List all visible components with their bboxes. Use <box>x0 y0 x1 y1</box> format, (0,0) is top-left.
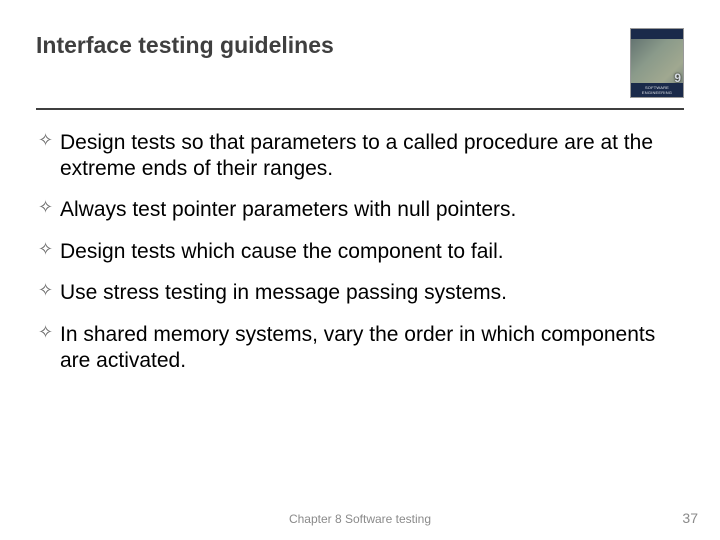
bullet-text: Always test pointer parameters with null… <box>60 198 516 221</box>
bullet-item: ✧ Use stress testing in message passing … <box>38 280 684 306</box>
bullet-list: ✧ Design tests so that parameters to a c… <box>36 130 684 373</box>
diamond-bullet-icon: ✧ <box>38 130 53 152</box>
diamond-bullet-icon: ✧ <box>38 197 53 219</box>
bullet-item: ✧ Design tests which cause the component… <box>38 239 684 265</box>
diamond-bullet-icon: ✧ <box>38 280 53 302</box>
footer-chapter-label: Chapter 8 Software testing <box>0 512 720 526</box>
slide: Interface testing guidelines 9 ✧ Design … <box>0 0 720 540</box>
header-divider <box>36 108 684 110</box>
bullet-text: Use stress testing in message passing sy… <box>60 281 507 304</box>
book-edition-number: 9 <box>674 71 681 85</box>
slide-header: Interface testing guidelines 9 <box>36 28 684 108</box>
bullet-item: ✧ Always test pointer parameters with nu… <box>38 197 684 223</box>
diamond-bullet-icon: ✧ <box>38 322 53 344</box>
bullet-text: Design tests which cause the component t… <box>60 240 504 263</box>
bullet-item: ✧ In shared memory systems, vary the ord… <box>38 322 684 373</box>
bullet-item: ✧ Design tests so that parameters to a c… <box>38 130 684 181</box>
bullet-text: In shared memory systems, vary the order… <box>60 323 655 372</box>
bullet-text: Design tests so that parameters to a cal… <box>60 131 653 180</box>
book-cover-image: 9 <box>630 28 684 98</box>
slide-title: Interface testing guidelines <box>36 28 334 59</box>
diamond-bullet-icon: ✧ <box>38 239 53 261</box>
slide-number: 37 <box>682 510 698 526</box>
